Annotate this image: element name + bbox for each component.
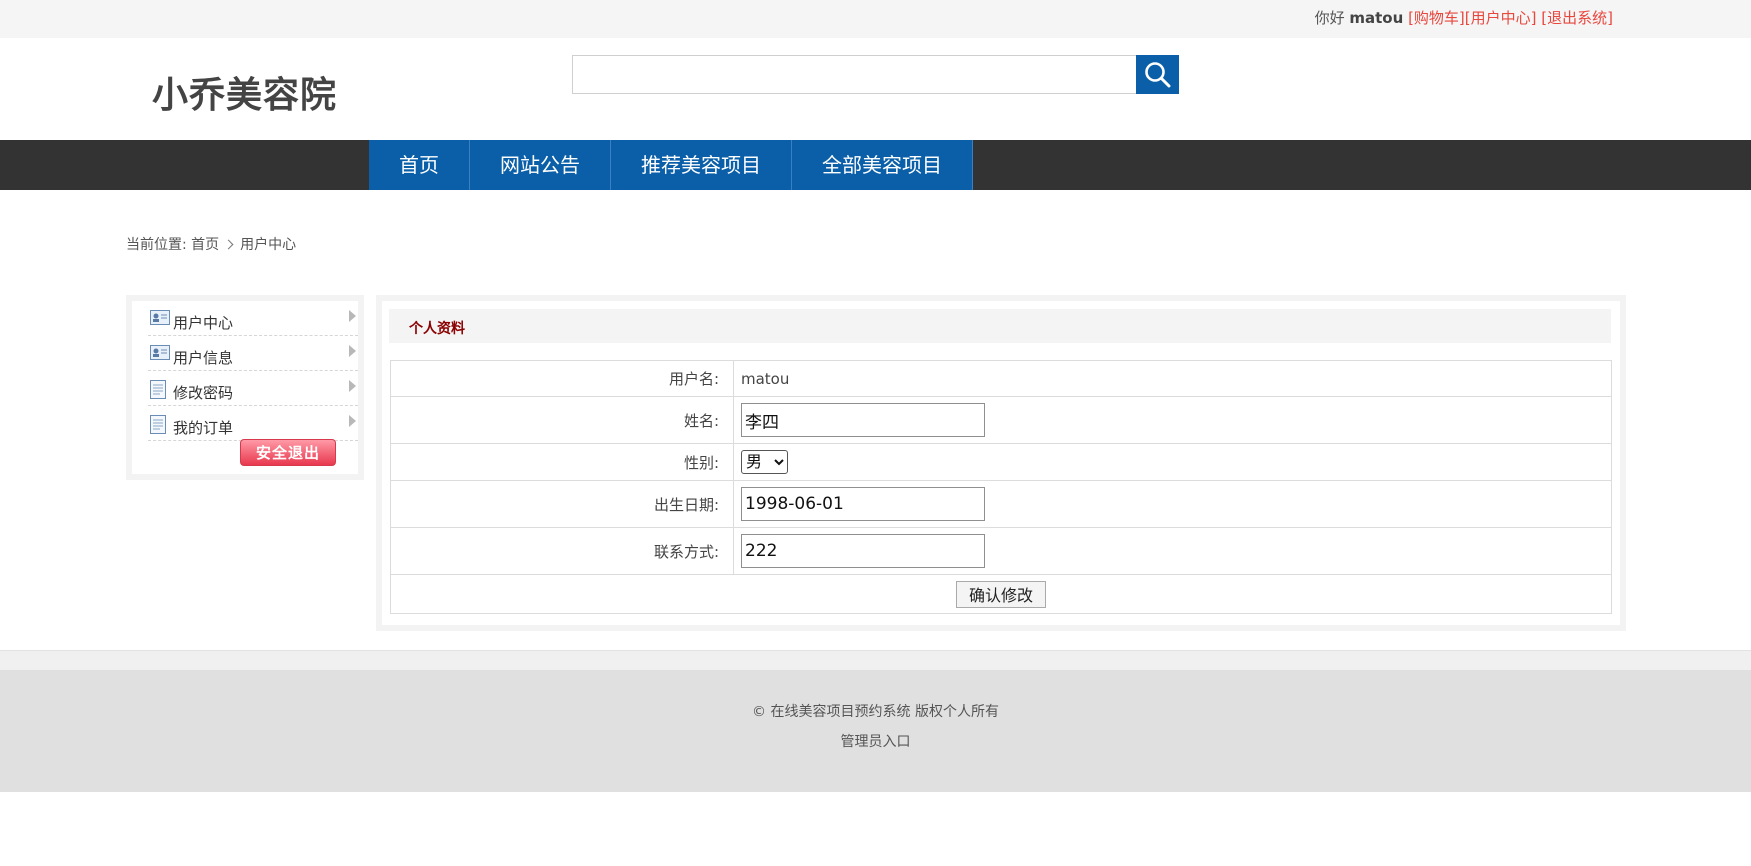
contact-input[interactable] — [741, 534, 985, 568]
main-nav: 首页 网站公告 推荐美容项目 全部美容项目 — [0, 140, 1751, 190]
breadcrumb: 当前位置: 首页 用户中心 — [126, 234, 296, 254]
admin-entry-link[interactable]: 管理员入口 — [841, 734, 911, 750]
document-icon — [150, 380, 166, 399]
birthdate-label: 出生日期: — [390, 480, 734, 528]
username-label: 用户名: — [390, 360, 734, 397]
form-row-gender: 性别: 男 — [390, 443, 1612, 481]
profile-form: 用户名: matou 姓名: 性别: 男 出生日期: 联系方式: 确认修改 — [390, 360, 1612, 614]
sidebar-item-my-orders[interactable]: 我的订单 — [148, 406, 358, 441]
nav-item-all-projects[interactable]: 全部美容项目 — [792, 140, 973, 190]
sidebar-item-label: 用户中心 — [173, 314, 234, 332]
confirm-edit-button[interactable]: 确认修改 — [955, 580, 1046, 608]
contact-label: 联系方式: — [390, 527, 734, 575]
arrow-right-icon — [349, 310, 356, 322]
name-input[interactable] — [741, 403, 985, 437]
gender-select[interactable]: 男 — [741, 450, 788, 474]
site-logo[interactable]: 小乔美容院 — [152, 66, 337, 118]
search-icon — [1145, 62, 1171, 88]
arrow-right-icon — [349, 345, 356, 357]
sidebar-item-label: 用户信息 — [173, 349, 234, 367]
search-input[interactable] — [572, 55, 1137, 94]
panel-title: 个人资料 — [409, 321, 465, 337]
nav-item-announcements[interactable]: 网站公告 — [470, 140, 611, 190]
gender-label: 性别: — [390, 443, 734, 481]
form-row-submit: 确认修改 — [390, 574, 1612, 614]
form-row-contact: 联系方式: — [390, 527, 1612, 575]
sidebar-item-label: 修改密码 — [173, 384, 234, 402]
sidebar-item-user-info[interactable]: 用户信息 — [148, 336, 358, 371]
sidebar-item-user-center[interactable]: 用户中心 — [148, 301, 358, 336]
user-greeting: 你好 matou [购物车][用户中心] [退出系统] — [1315, 7, 1613, 28]
greeting-username: matou — [1349, 9, 1404, 27]
birthdate-input[interactable] — [741, 487, 985, 521]
breadcrumb-home[interactable]: 首页 — [191, 237, 219, 253]
form-row-name: 姓名: — [390, 396, 1612, 444]
top-bar: 你好 matou [购物车][用户中心] [退出系统] — [0, 0, 1751, 38]
id-card-icon — [150, 310, 170, 325]
form-row-username: 用户名: matou — [390, 360, 1612, 397]
safe-logout-button[interactable]: 安全退出 — [240, 439, 336, 466]
id-card-icon — [150, 345, 170, 360]
footer: © 在线美容项目预约系统 版权个人所有 管理员入口 — [0, 670, 1751, 792]
name-label: 姓名: — [390, 396, 734, 444]
greeting-text: 你好 — [1314, 9, 1345, 27]
document-icon — [150, 415, 166, 434]
logout-link[interactable]: [退出系统] — [1541, 9, 1613, 27]
breadcrumb-current: 用户中心 — [240, 237, 297, 253]
search-button[interactable] — [1136, 55, 1179, 94]
chevron-right-icon — [223, 239, 234, 250]
sidebar-item-label: 我的订单 — [173, 419, 234, 437]
cart-link[interactable]: [购物车] — [1408, 9, 1465, 27]
nav-item-recommended[interactable]: 推荐美容项目 — [611, 140, 792, 190]
arrow-right-icon — [349, 380, 356, 392]
arrow-right-icon — [349, 415, 356, 427]
user-center-link[interactable]: [用户中心] — [1465, 9, 1537, 27]
form-row-birthdate: 出生日期: — [390, 480, 1612, 528]
footer-divider — [0, 650, 1751, 670]
breadcrumb-prefix: 当前位置: — [126, 237, 187, 253]
copyright-text: © 在线美容项目预约系统 版权个人所有 — [752, 704, 999, 720]
sidebar-item-change-password[interactable]: 修改密码 — [148, 371, 358, 406]
profile-panel-header: 个人资料 — [389, 309, 1611, 343]
nav-item-home[interactable]: 首页 — [369, 140, 470, 190]
username-value: matou — [733, 360, 1612, 397]
